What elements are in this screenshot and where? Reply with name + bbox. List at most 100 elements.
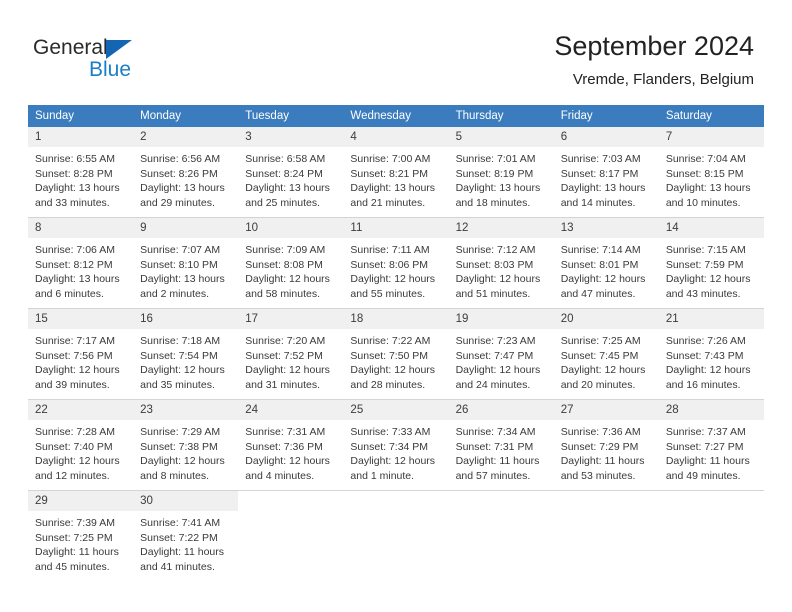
day-cell[interactable]: 10 Sunrise: 7:09 AM Sunset: 8:08 PM Dayl… [238, 217, 344, 309]
daylight-text-line2: and 12 minutes. [35, 469, 110, 482]
sunset-text: Sunset: 7:27 PM [665, 440, 744, 453]
day-details: Sunrise: 7:39 AM Sunset: 7:25 PM Dayligh… [28, 511, 133, 574]
sunset-text: Sunset: 8:08 PM [245, 258, 323, 271]
day-number: 2 [133, 127, 239, 147]
calendar-week-row: 15 Sunrise: 7:17 AM Sunset: 7:56 PM Dayl… [28, 308, 764, 400]
daylight-text-line2: and 33 minutes. [35, 196, 110, 209]
daylight-text-line2: and 10 minutes. [665, 196, 741, 209]
day-number: 20 [553, 309, 659, 329]
day-cell[interactable]: 12 Sunrise: 7:12 AM Sunset: 8:03 PM Dayl… [448, 217, 554, 309]
sunrise-text: Sunrise: 7:11 AM [350, 244, 430, 256]
day-cell[interactable]: 22 Sunrise: 7:28 AM Sunset: 7:40 PM Dayl… [28, 399, 134, 491]
day-cell[interactable]: 28 Sunrise: 7:37 AM Sunset: 7:27 PM Dayl… [658, 399, 764, 491]
day-cell[interactable]: 3 Sunrise: 6:58 AM Sunset: 8:24 PM Dayli… [238, 127, 344, 218]
daylight-text-line2: and 4 minutes. [245, 469, 315, 482]
sunset-text: Sunset: 8:19 PM [455, 167, 534, 180]
day-number: 22 [28, 400, 134, 420]
sunrise-text: Sunrise: 7:00 AM [350, 153, 431, 165]
day-cell[interactable]: 15 Sunrise: 7:17 AM Sunset: 7:56 PM Dayl… [28, 308, 134, 400]
daylight-text-line2: and 6 minutes. [35, 287, 104, 300]
sunrise-text: Sunrise: 7:20 AM [245, 335, 326, 347]
sunset-text: Sunset: 8:01 PM [560, 258, 639, 271]
day-number: 12 [448, 218, 554, 238]
day-details: Sunrise: 7:04 AM Sunset: 8:15 PM Dayligh… [659, 147, 764, 210]
day-details: Sunrise: 7:01 AM Sunset: 8:19 PM Dayligh… [449, 147, 554, 210]
day-cell[interactable]: 7 Sunrise: 7:04 AM Sunset: 8:15 PM Dayli… [658, 127, 764, 218]
day-cell[interactable]: 24 Sunrise: 7:31 AM Sunset: 7:36 PM Dayl… [238, 399, 344, 491]
day-cell[interactable]: 25 Sunrise: 7:33 AM Sunset: 7:34 PM Dayl… [343, 399, 449, 491]
day-details: Sunrise: 7:06 AM Sunset: 8:12 PM Dayligh… [28, 238, 133, 301]
day-cell[interactable]: 29 Sunrise: 7:39 AM Sunset: 7:25 PM Dayl… [28, 491, 134, 582]
day-details: Sunrise: 7:18 AM Sunset: 7:54 PM Dayligh… [133, 329, 238, 392]
day-cell[interactable]: 1 Sunrise: 6:55 AM Sunset: 8:28 PM Dayli… [28, 127, 134, 218]
day-cell[interactable]: 19 Sunrise: 7:23 AM Sunset: 7:47 PM Dayl… [448, 308, 554, 400]
general-blue-logo: General Blue [33, 36, 233, 86]
sunrise-text: Sunrise: 6:58 AM [245, 153, 326, 165]
daylight-text-line2: and 35 minutes. [140, 378, 215, 391]
day-number: 15 [28, 309, 134, 329]
day-cell[interactable]: 30 Sunrise: 7:41 AM Sunset: 7:22 PM Dayl… [133, 491, 239, 582]
sunrise-text: Sunrise: 7:22 AM [350, 335, 431, 347]
daylight-text-line2: and 58 minutes. [245, 287, 320, 300]
daylight-text-line1: Daylight: 13 hours [35, 182, 120, 194]
day-cell[interactable]: 23 Sunrise: 7:29 AM Sunset: 7:38 PM Dayl… [133, 399, 239, 491]
sunrise-text: Sunrise: 7:39 AM [35, 517, 115, 529]
sunset-text: Sunset: 7:36 PM [245, 440, 323, 453]
day-cell[interactable]: 21 Sunrise: 7:26 AM Sunset: 7:43 PM Dayl… [658, 308, 764, 400]
daylight-text-line2: and 39 minutes. [35, 378, 110, 391]
sunset-text: Sunset: 7:45 PM [560, 349, 639, 362]
day-cell[interactable]: 17 Sunrise: 7:20 AM Sunset: 7:52 PM Dayl… [238, 308, 344, 400]
daylight-text-line2: and 41 minutes. [140, 560, 215, 573]
sunset-text: Sunset: 7:34 PM [350, 440, 429, 453]
sunset-text: Sunset: 7:31 PM [455, 440, 534, 453]
sunrise-text: Sunrise: 6:55 AM [35, 153, 115, 165]
day-details: Sunrise: 6:58 AM Sunset: 8:24 PM Dayligh… [238, 147, 343, 210]
day-number [238, 491, 344, 511]
sunrise-text: Sunrise: 7:12 AM [455, 244, 536, 256]
daylight-text-line2: and 53 minutes. [560, 469, 636, 482]
day-cell[interactable]: 18 Sunrise: 7:22 AM Sunset: 7:50 PM Dayl… [343, 308, 449, 400]
day-number: 10 [238, 218, 344, 238]
day-cell[interactable]: 8 Sunrise: 7:06 AM Sunset: 8:12 PM Dayli… [28, 217, 134, 309]
day-details: Sunrise: 7:12 AM Sunset: 8:03 PM Dayligh… [449, 238, 554, 301]
sunset-text: Sunset: 8:24 PM [245, 167, 323, 180]
day-cell[interactable]: 4 Sunrise: 7:00 AM Sunset: 8:21 PM Dayli… [343, 127, 449, 218]
day-cell[interactable]: 16 Sunrise: 7:18 AM Sunset: 7:54 PM Dayl… [133, 308, 239, 400]
day-cell[interactable]: 6 Sunrise: 7:03 AM Sunset: 8:17 PM Dayli… [553, 127, 659, 218]
day-number: 17 [238, 309, 344, 329]
daylight-text-line1: Daylight: 13 hours [350, 182, 436, 194]
daylight-text-line2: and 1 minute. [350, 469, 415, 482]
day-cell-empty [553, 491, 659, 582]
day-cell[interactable]: 27 Sunrise: 7:36 AM Sunset: 7:29 PM Dayl… [553, 399, 659, 491]
daylight-text-line2: and 20 minutes. [560, 378, 636, 391]
day-details: Sunrise: 7:29 AM Sunset: 7:38 PM Dayligh… [133, 420, 238, 483]
day-cell[interactable]: 13 Sunrise: 7:14 AM Sunset: 8:01 PM Dayl… [553, 217, 659, 309]
day-details: Sunrise: 6:55 AM Sunset: 8:28 PM Dayligh… [28, 147, 133, 210]
day-details: Sunrise: 7:20 AM Sunset: 7:52 PM Dayligh… [238, 329, 343, 392]
daylight-text-line1: Daylight: 13 hours [140, 182, 225, 194]
day-details: Sunrise: 7:23 AM Sunset: 7:47 PM Dayligh… [449, 329, 554, 392]
day-cell[interactable]: 9 Sunrise: 7:07 AM Sunset: 8:10 PM Dayli… [133, 217, 239, 309]
day-cell[interactable]: 2 Sunrise: 6:56 AM Sunset: 8:26 PM Dayli… [133, 127, 239, 218]
daylight-text-line2: and 14 minutes. [560, 196, 636, 209]
day-details: Sunrise: 7:03 AM Sunset: 8:17 PM Dayligh… [554, 147, 659, 210]
daylight-text-line2: and 25 minutes. [245, 196, 320, 209]
day-details: Sunrise: 7:37 AM Sunset: 7:27 PM Dayligh… [659, 420, 764, 483]
sunset-text: Sunset: 7:56 PM [35, 349, 113, 362]
day-cell[interactable]: 20 Sunrise: 7:25 AM Sunset: 7:45 PM Dayl… [553, 308, 659, 400]
day-details: Sunrise: 7:31 AM Sunset: 7:36 PM Dayligh… [238, 420, 343, 483]
daylight-text-line1: Daylight: 13 hours [665, 182, 751, 194]
sunrise-text: Sunrise: 7:09 AM [245, 244, 326, 256]
logo-text-general: General [33, 36, 108, 59]
daylight-text-line1: Daylight: 12 hours [560, 364, 646, 376]
day-details: Sunrise: 7:26 AM Sunset: 7:43 PM Dayligh… [659, 329, 764, 392]
daylight-text-line2: and 24 minutes. [455, 378, 531, 391]
daylight-text-line1: Daylight: 12 hours [455, 273, 541, 285]
day-cell[interactable]: 11 Sunrise: 7:11 AM Sunset: 8:06 PM Dayl… [343, 217, 449, 309]
day-number: 7 [658, 127, 764, 147]
day-cell[interactable]: 26 Sunrise: 7:34 AM Sunset: 7:31 PM Dayl… [448, 399, 554, 491]
day-cell[interactable]: 14 Sunrise: 7:15 AM Sunset: 7:59 PM Dayl… [658, 217, 764, 309]
day-cell[interactable]: 5 Sunrise: 7:01 AM Sunset: 8:19 PM Dayli… [448, 127, 554, 218]
daylight-text-line1: Daylight: 12 hours [350, 455, 436, 467]
day-number: 6 [553, 127, 659, 147]
